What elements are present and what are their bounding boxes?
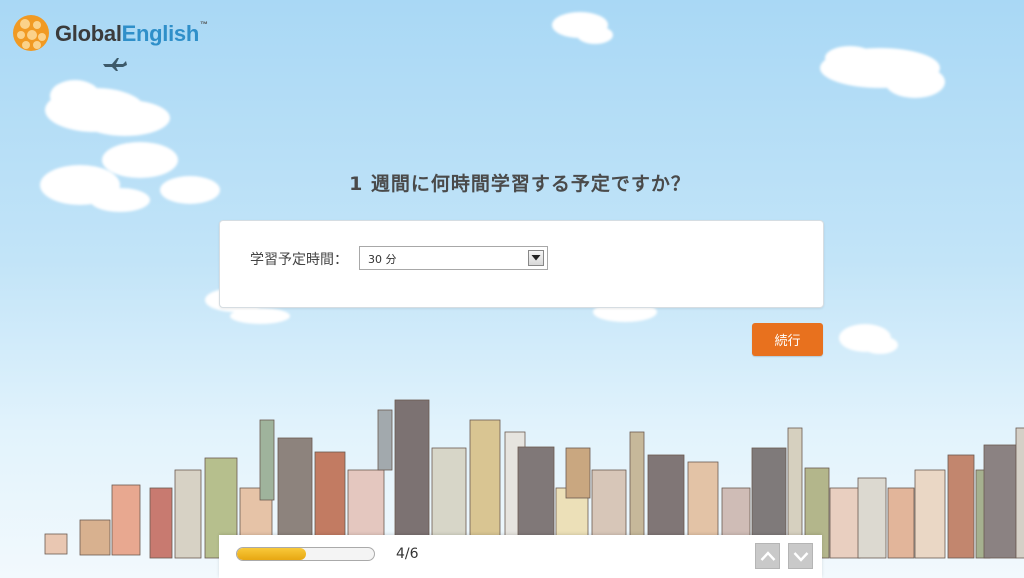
progress-counter: 4/6 bbox=[396, 546, 419, 562]
brand-logo[interactable]: GlobalEnglish™ bbox=[12, 14, 208, 52]
continue-button[interactable]: 続行 bbox=[752, 323, 823, 356]
progress-bar-fill bbox=[237, 548, 306, 560]
chevron-up-icon bbox=[760, 551, 776, 561]
brand-wordmark: GlobalEnglish™ bbox=[55, 19, 208, 46]
chevron-down-icon[interactable] bbox=[528, 250, 544, 266]
progress-bar bbox=[236, 547, 375, 561]
progress-footer: 4/6 bbox=[219, 535, 822, 578]
study-time-label: 学習予定時間： bbox=[250, 252, 348, 268]
airplane-icon bbox=[103, 58, 127, 71]
globalenglish-logo-icon bbox=[13, 15, 49, 51]
chevron-down-icon bbox=[793, 552, 809, 562]
next-question-button[interactable] bbox=[788, 543, 813, 569]
study-time-select[interactable]: 30 分 bbox=[359, 246, 548, 270]
question-heading: 1 週間に何時間学習する予定ですか？ bbox=[349, 173, 691, 195]
previous-question-button[interactable] bbox=[755, 543, 780, 569]
study-time-selected-value: 30 分 bbox=[368, 253, 397, 266]
question-card: 学習予定時間： 30 分 bbox=[219, 220, 824, 308]
